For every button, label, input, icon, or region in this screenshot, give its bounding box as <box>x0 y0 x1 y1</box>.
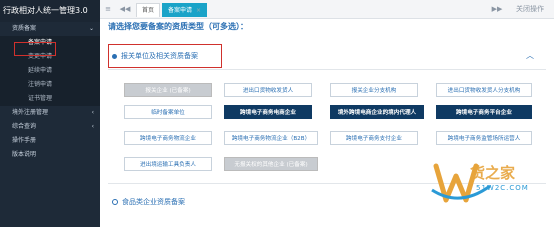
close-operations-button[interactable]: 关闭操作 <box>508 0 552 18</box>
app-title: 行政相对人统一管理3.0 <box>0 0 100 22</box>
sidebar: 行政相对人统一管理3.0 资质备案 ⌄ 备案申请 变更申请 延续申请 注销申请 … <box>0 0 100 227</box>
sidebar-group-label: 资质备案 <box>12 25 37 32</box>
close-icon[interactable]: × <box>196 7 201 14</box>
qual-consignor-branch[interactable]: 进出口货物收发货人分支机构 <box>436 83 532 97</box>
sidebar-group-label: 综合查询 <box>12 123 37 130</box>
sidebar-item-cancel-apply[interactable]: 注销申请 <box>0 78 100 92</box>
qual-cbec-logistics[interactable]: 跨境电子商务物流企业 <box>124 131 212 145</box>
sidebar-group-label: 版本说明 <box>12 151 37 158</box>
qual-temp-unit[interactable]: 临时备案单位 <box>124 105 212 119</box>
tabs-next-icon[interactable]: ▶▶ <box>490 0 504 18</box>
highlight-box-sidebar <box>14 42 56 56</box>
chevron-left-icon: ‹ <box>91 123 94 130</box>
tab-home[interactable]: 首页 <box>136 3 161 17</box>
sidebar-item-cert-manage[interactable]: 证书管理 <box>0 92 100 106</box>
tabs-prev-icon[interactable]: ◀◀ <box>117 0 133 18</box>
tab-label: 备案申请 <box>168 7 193 14</box>
qual-cbec-overseas-agent[interactable]: 境外跨境电商企业的境内代理人 <box>330 105 424 119</box>
qual-cbec-logistics-b2b[interactable]: 跨境电子商务物流企业（B2B） <box>224 131 318 145</box>
tab-bar: ≡ ◀◀ 首页 备案申请 × ▶▶ 关闭操作 <box>100 0 554 19</box>
qual-consignor-consignee[interactable]: 进出口货物收发货人 <box>224 83 312 97</box>
sidebar-item-renew-apply[interactable]: 延续申请 <box>0 64 100 78</box>
qual-transport-owner[interactable]: 进出境运输工具负责人 <box>124 157 212 171</box>
section-title: 食品类企业资质备案 <box>122 198 185 206</box>
menu-toggle-icon[interactable]: ≡ <box>100 0 116 18</box>
sidebar-group-qualification[interactable]: 资质备案 ⌄ <box>0 22 100 36</box>
section-dot-icon <box>112 199 118 205</box>
sidebar-group-overseas[interactable]: 境外注册管理 ‹ <box>0 106 100 120</box>
sidebar-group-label: 境外注册管理 <box>12 109 49 116</box>
qual-cbec-merchant[interactable]: 跨境电子商务电商企业 <box>224 105 312 119</box>
qual-other-enterprise[interactable]: 无报关权的其他企业 (已备案) <box>224 157 318 171</box>
qual-broker-branch[interactable]: 报关企业分支机构 <box>330 83 418 97</box>
chevron-down-icon: ⌄ <box>88 25 94 32</box>
qual-customs-broker[interactable]: 报关企业 (已备案) <box>124 83 212 97</box>
tab-label: 首页 <box>142 7 155 14</box>
watermark-text: 货之家 <box>470 164 516 182</box>
page-title: 请选择您要备案的资质类型（可多选）： <box>108 22 248 31</box>
sidebar-group-version[interactable]: 版本说明 <box>0 148 100 162</box>
highlight-box-section <box>108 44 222 68</box>
qual-cbec-supervision[interactable]: 跨境电子商务监管场所运营人 <box>436 131 532 145</box>
qual-cbec-payment[interactable]: 跨境电子商务支付企业 <box>330 131 418 145</box>
sidebar-group-query[interactable]: 综合查询 ‹ <box>0 120 100 134</box>
sidebar-group-manual[interactable]: 操作手册 <box>0 134 100 148</box>
divider <box>108 69 546 70</box>
chevron-up-icon[interactable]: ︿ <box>526 47 534 65</box>
tab-filing-apply[interactable]: 备案申请 × <box>162 3 208 17</box>
qual-cbec-platform[interactable]: 跨境电子商务平台企业 <box>436 105 532 119</box>
watermark-subtext: 51W2C.COM <box>476 184 529 192</box>
sidebar-group-label: 操作手册 <box>12 137 37 144</box>
chevron-left-icon: ‹ <box>91 109 94 116</box>
